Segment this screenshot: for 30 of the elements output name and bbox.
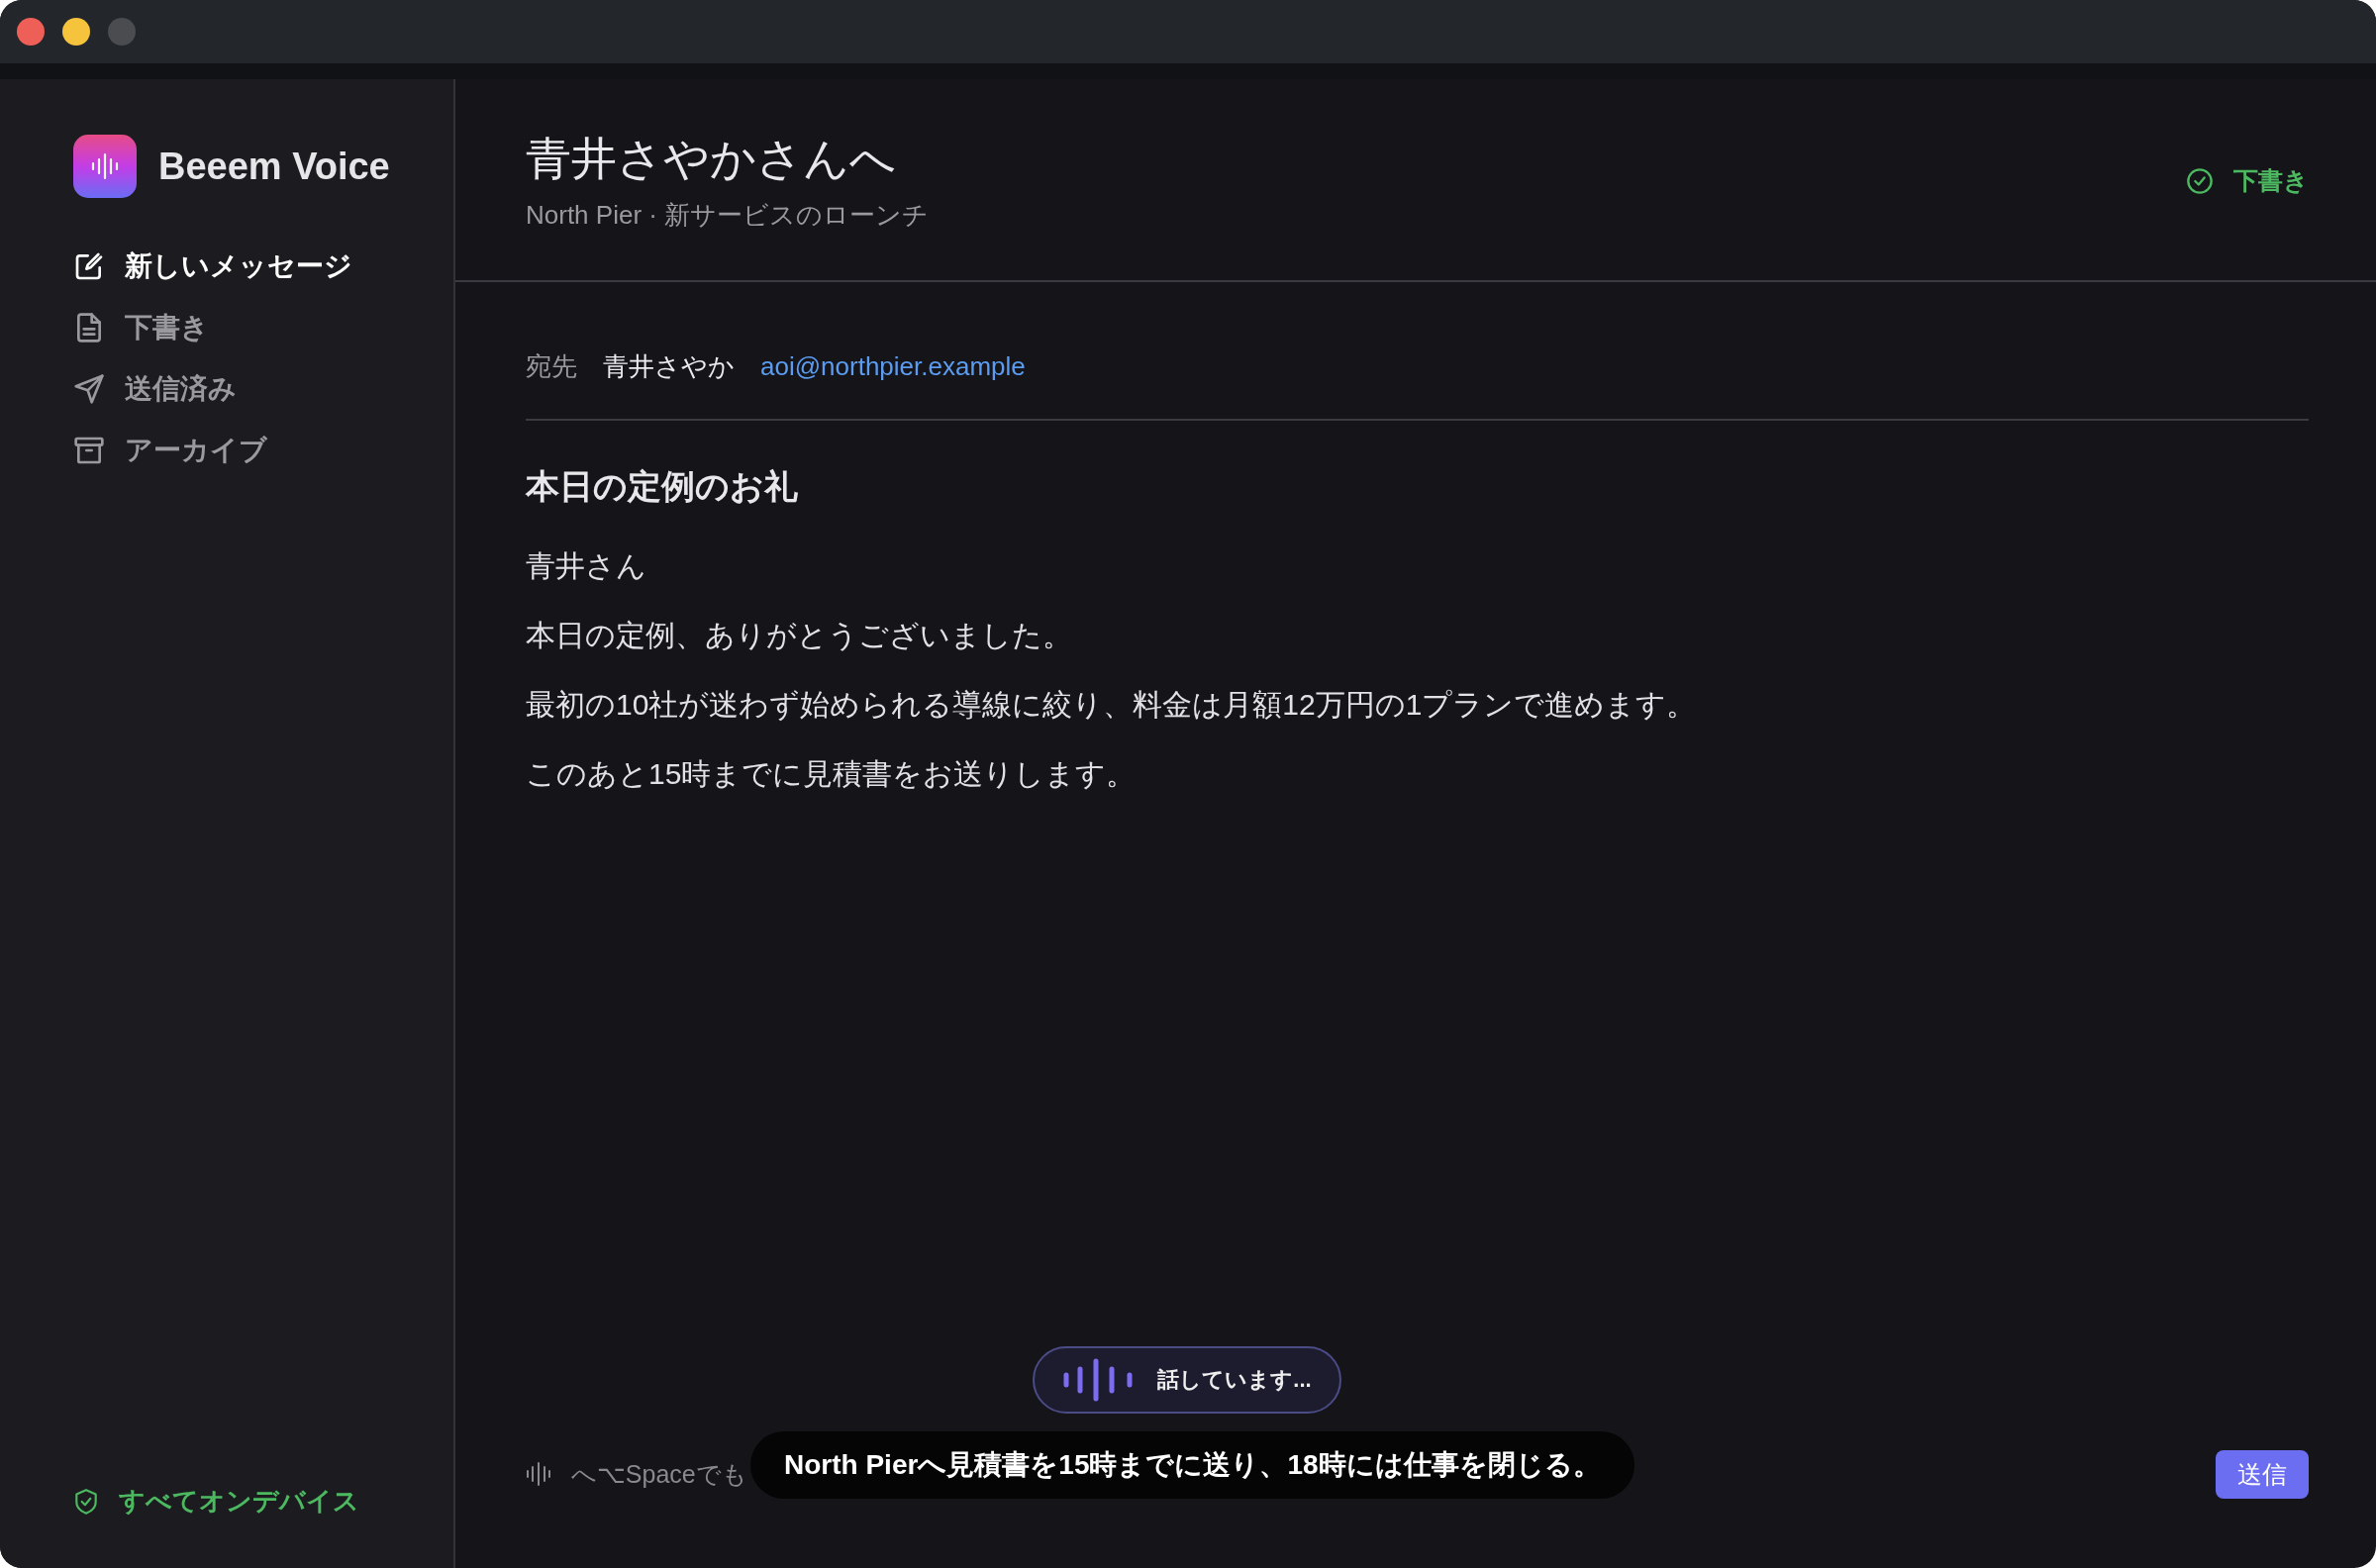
compose-icon: [73, 250, 105, 282]
status-label: 下書き: [2233, 165, 2309, 196]
sidebar-item[interactable]: 下書き: [73, 303, 453, 352]
message-title: 青井さやかさんへ: [526, 132, 897, 186]
check-circle-icon: [2186, 166, 2214, 195]
message-subtitle: North Pier · 新サービスのローンチ: [526, 199, 930, 232]
message-subject: 本日の定例のお礼: [526, 466, 799, 507]
minimize-button[interactable]: [62, 18, 90, 46]
sidebar-item[interactable]: 送信済み: [73, 364, 453, 414]
shield-check-icon: [73, 1487, 99, 1516]
app-name: Beeem Voice: [158, 145, 390, 188]
recipient-email[interactable]: aoi@northpier.example: [760, 350, 1026, 382]
send-button[interactable]: 送信: [2216, 1449, 2309, 1499]
archive-icon: [73, 435, 105, 466]
send-icon: [73, 373, 105, 405]
recipient-label: 宛先: [526, 349, 577, 383]
app-logo: [73, 135, 137, 198]
recipient-name: 青井さやか: [603, 349, 735, 383]
message-line: このあと15時までに見積書をお送りします。: [526, 756, 1138, 792]
shortcut-hint: へ⌥Spaceでも: [571, 1458, 747, 1490]
message-line: 本日の定例、ありがとうございました。: [526, 618, 1073, 653]
close-button[interactable]: [17, 18, 45, 46]
sidebar-item[interactable]: アーカイブ: [73, 426, 453, 475]
waveform-icon: [526, 1461, 551, 1487]
speaking-indicator: 話しています...: [1033, 1346, 1341, 1414]
privacy-label: すべてオンデバイス: [119, 1485, 359, 1518]
sidebar-item[interactable]: 新しいメッセージ: [73, 242, 453, 291]
message-line: 最初の10社が迷わず始められる導線に絞り、料金は月額12万円の1プランで進めます。: [526, 687, 1698, 723]
message-line: 青井さん: [526, 548, 647, 584]
transcript-caption: North Pierへ見積書を15時までに送り、18時には仕事を閉じる。: [750, 1431, 1634, 1499]
